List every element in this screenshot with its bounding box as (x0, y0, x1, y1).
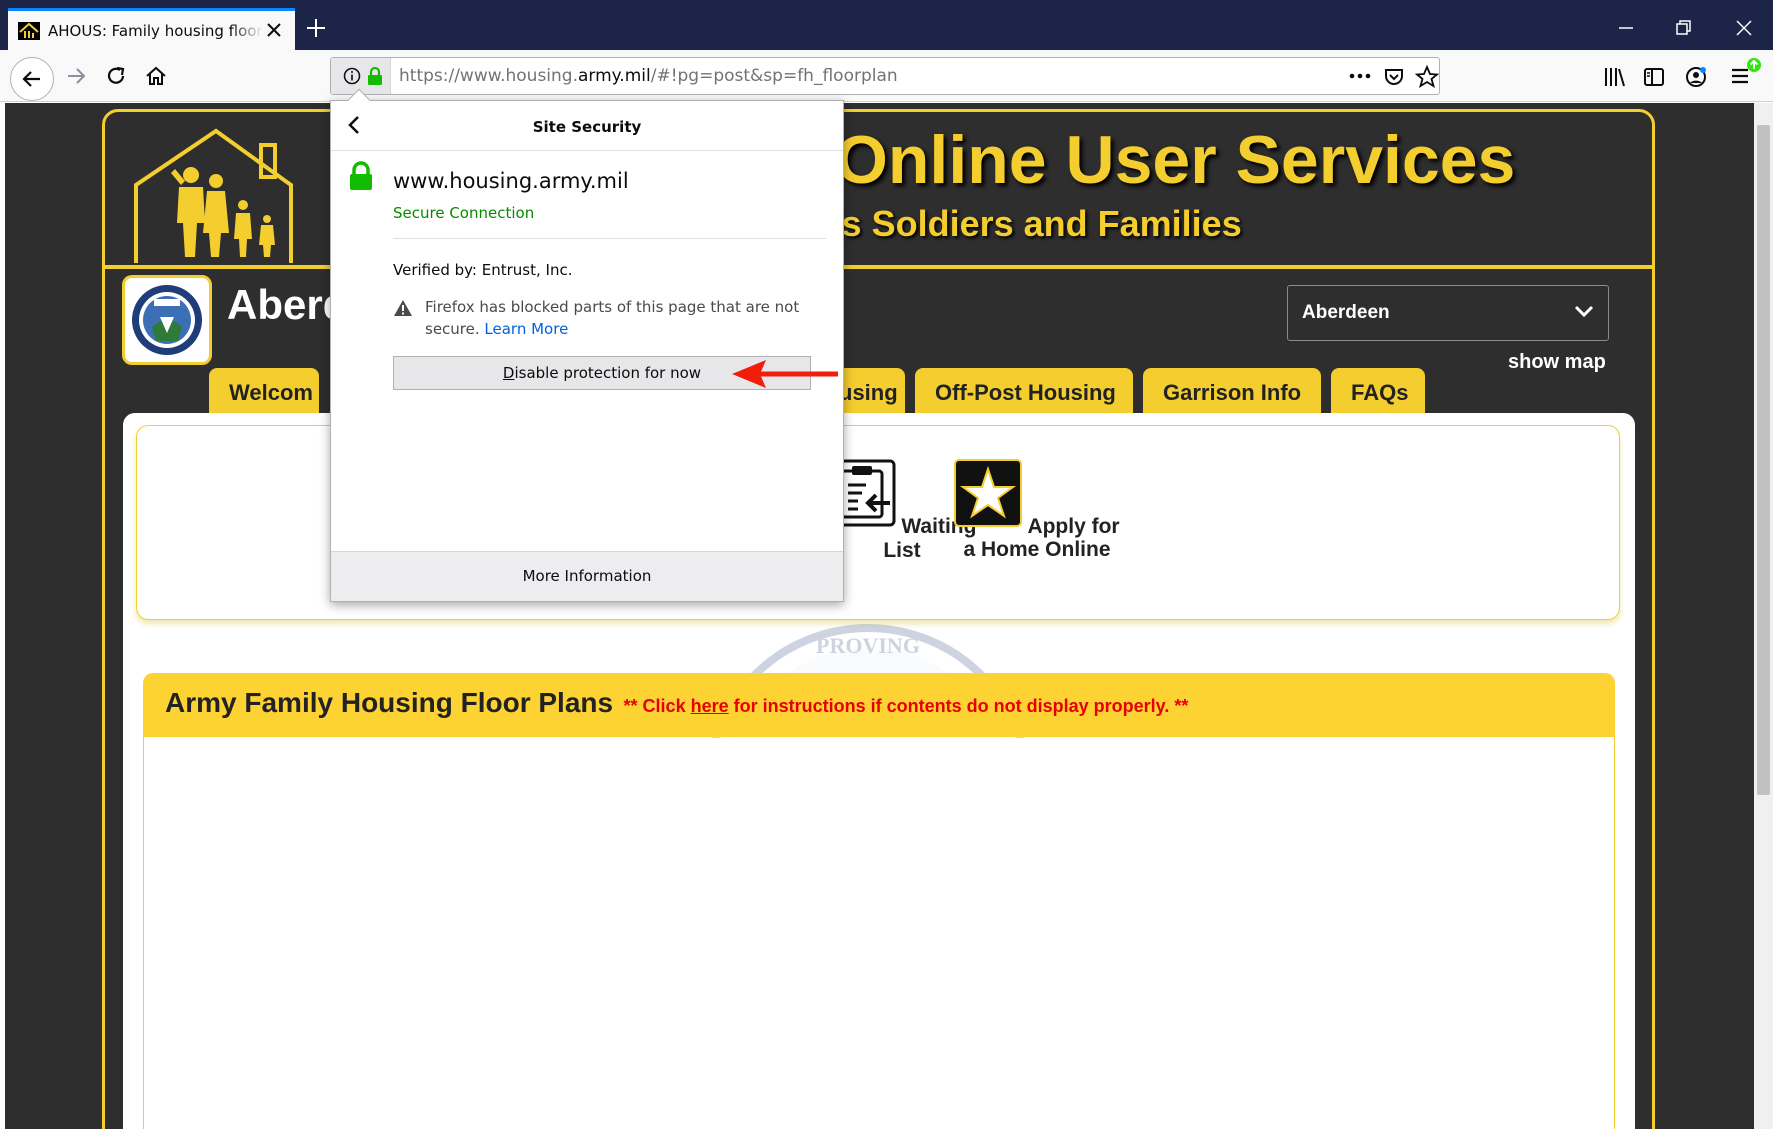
forward-button[interactable] (60, 60, 92, 92)
instructions-link[interactable]: here (691, 696, 729, 716)
page-scrollbar[interactable] (1754, 103, 1773, 1129)
close-window-icon[interactable] (1734, 18, 1754, 38)
minimize-icon[interactable] (1616, 18, 1636, 38)
page-actions-icon[interactable] (1349, 73, 1371, 79)
back-arrow-icon (22, 71, 40, 87)
warning-triangle-icon (394, 300, 412, 316)
house-favicon-icon (18, 21, 40, 40)
pocket-icon[interactable] (1383, 66, 1405, 88)
popup-header: Site Security (331, 101, 843, 151)
home-button[interactable] (140, 60, 172, 92)
show-map-link[interactable]: show map (1508, 351, 1606, 374)
learn-more-link[interactable]: Learn More (484, 320, 568, 338)
site-security-panel: Site Security www.housing.army.mil Secur… (330, 88, 844, 602)
library-icon[interactable] (1603, 66, 1627, 88)
site-hero-subtitle: 's Soldiers and Families (833, 203, 1242, 244)
tab-title: AHOUS: Family housing floor plans (48, 21, 263, 40)
quick-link-apply-home[interactable]: Apply for a Home Online (952, 459, 1122, 561)
installation-seal-icon (132, 285, 202, 355)
home-icon (146, 66, 166, 85)
browser-tab[interactable]: AHOUS: Family housing floor plans (8, 8, 295, 50)
sidebar-icon[interactable] (1643, 66, 1665, 88)
title-bar: AHOUS: Family housing floor plans (0, 0, 1773, 50)
installation-seal (122, 275, 212, 365)
popup-divider (393, 238, 826, 239)
mixed-content-warning: Firefox has blocked parts of this page t… (425, 298, 800, 338)
installation-select[interactable]: Aberdeen (1287, 285, 1609, 341)
svg-text:PROVING: PROVING (816, 633, 920, 658)
site-host: www.housing.army.mil (393, 169, 629, 193)
close-tab-icon[interactable] (265, 21, 283, 39)
forward-arrow-icon (68, 68, 86, 84)
reload-icon (107, 66, 125, 84)
account-icon[interactable] (1684, 65, 1708, 89)
site-hero-title: Online User Services (835, 122, 1516, 198)
secure-lock-icon (350, 161, 372, 190)
red-arrow-annotation (732, 360, 838, 388)
new-tab-icon[interactable] (305, 17, 327, 39)
restore-icon[interactable] (1674, 18, 1694, 38)
navigation-toolbar: https://www.housing.army.mil/#!pg=post&s… (0, 50, 1773, 102)
lock-icon[interactable] (367, 66, 383, 86)
chevron-down-icon (1574, 305, 1594, 318)
verified-by: Verified by: Entrust, Inc. (393, 261, 573, 279)
identity-box[interactable] (331, 58, 391, 94)
tab-off-post-housing[interactable]: Off-Post Housing (915, 368, 1133, 414)
more-information-button[interactable]: More Information (331, 551, 843, 601)
floorplans-title: Army Family Housing Floor Plans (165, 687, 614, 718)
bookmark-star-icon[interactable] (1415, 65, 1439, 89)
tab-welcome[interactable]: Welcom (209, 368, 319, 414)
tab-garrison-info[interactable]: Garrison Info (1143, 368, 1321, 414)
reload-button[interactable] (100, 60, 132, 92)
tab-faqs[interactable]: FAQs (1331, 368, 1425, 414)
family-house-logo (134, 128, 293, 263)
address-bar[interactable]: https://www.housing.army.mil/#!pg=post&s… (330, 57, 1440, 95)
menu-update-icon[interactable] (1730, 56, 1764, 88)
floorplans-header: Army Family Housing Floor Plans ** Click… (143, 673, 1615, 737)
floorplans-note: ** Click here for instructions if conten… (623, 696, 1189, 716)
floorplans-content (143, 737, 1615, 1129)
army-star-icon (954, 459, 1023, 527)
web-page: Online User Services 's Soldiers and Fam… (5, 103, 1754, 1129)
info-icon[interactable] (343, 67, 361, 85)
scrollbar-thumb[interactable] (1757, 125, 1770, 795)
back-button[interactable] (10, 57, 54, 101)
installation-select-value: Aberdeen (1302, 302, 1390, 323)
connection-status: Secure Connection (393, 204, 535, 222)
popup-title: Site Security (532, 118, 642, 136)
url-text[interactable]: https://www.housing.army.mil/#!pg=post&s… (399, 66, 898, 86)
